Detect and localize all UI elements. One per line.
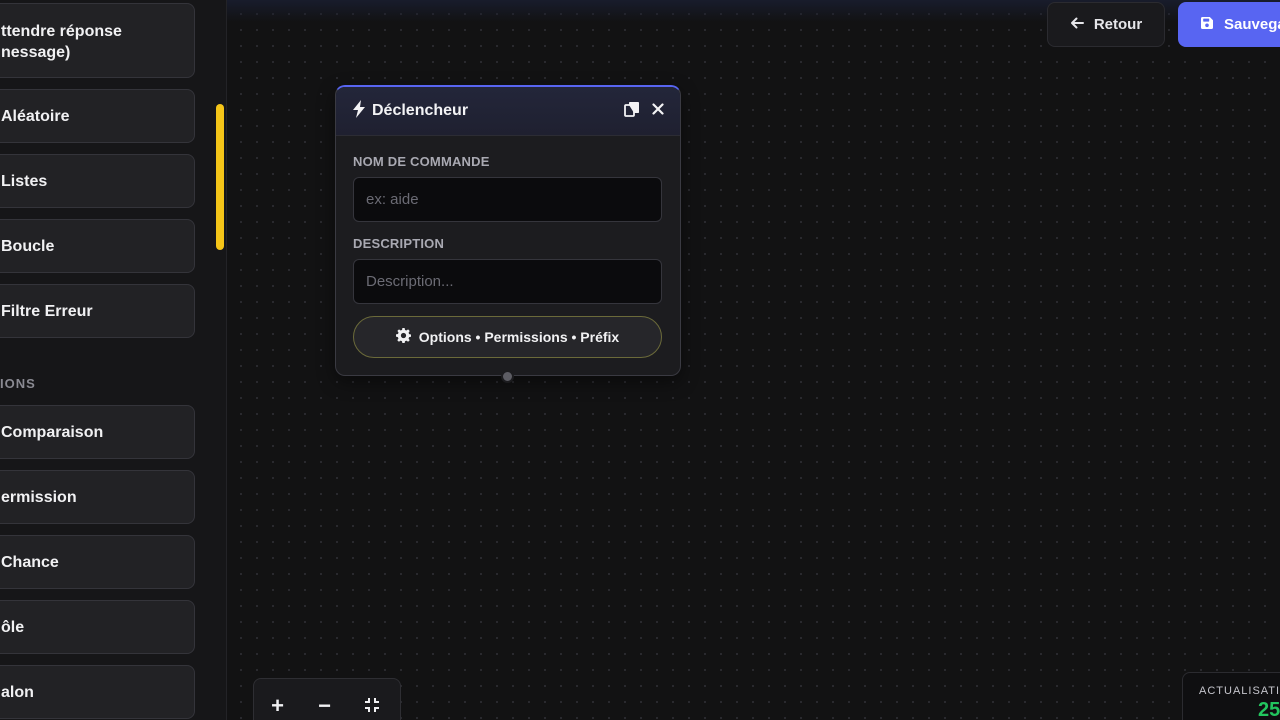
copy-icon[interactable] <box>624 101 640 122</box>
node-output-handle[interactable] <box>501 370 514 383</box>
sidebar-item-label: ermission <box>1 488 77 506</box>
fit-view-icon <box>364 695 380 717</box>
bolt-icon <box>352 99 366 123</box>
node-header[interactable]: Déclencheur <box>336 87 680 136</box>
sidebar-item-label-line1: ttendre réponse <box>1 23 122 40</box>
sidebar-item-label: Chance <box>1 553 59 571</box>
sidebar-item-permission[interactable]: ermission <box>0 470 195 524</box>
minus-icon: − <box>318 693 331 718</box>
plus-icon: + <box>271 693 284 718</box>
sidebar-section-heading: IONS <box>0 376 36 391</box>
sidebar-scrollbar[interactable] <box>216 104 224 250</box>
zoom-controls: + − <box>253 678 401 720</box>
sidebar-item-label: ttendre réponse nessage) <box>1 21 122 63</box>
sidebar-item-label: Boucle <box>1 237 55 255</box>
floppy-disk-icon <box>1200 16 1214 34</box>
status-value: 25 <box>1258 699 1280 720</box>
back-button[interactable]: Retour <box>1047 2 1165 47</box>
command-name-input[interactable] <box>353 177 662 222</box>
save-button-label: Sauvegarder <box>1224 16 1280 33</box>
options-button[interactable]: Options • Permissions • Préfix <box>353 316 662 358</box>
sidebar-item-wait-response[interactable]: ttendre réponse nessage) <box>0 3 195 78</box>
back-button-label: Retour <box>1093 16 1143 33</box>
status-label: ACTUALISATION <box>1199 685 1280 697</box>
save-button[interactable]: Sauvegarder <box>1178 2 1280 47</box>
sidebar-item-label-line2: nessage) <box>1 44 71 61</box>
sidebar-item-error-filter[interactable]: Filtre Erreur <box>0 284 195 338</box>
fit-view-button[interactable] <box>348 695 395 717</box>
node-body: NOM DE COMMANDE DESCRIPTION Options • Pe… <box>336 136 680 358</box>
trigger-node[interactable]: Déclencheur NOM DE COMMANDE DESCRIPTION … <box>335 85 681 376</box>
description-label: DESCRIPTION <box>353 236 445 251</box>
sidebar-item-channel[interactable]: alon <box>0 665 195 719</box>
zoom-in-button[interactable]: + <box>254 695 301 717</box>
sidebar-item-chance[interactable]: Chance <box>0 535 195 589</box>
sidebar-item-label: ôle <box>1 618 25 636</box>
sidebar-item-role[interactable]: ôle <box>0 600 195 654</box>
sidebar-item-label: alon <box>1 683 34 701</box>
sidebar-item-comparison[interactable]: Comparaison <box>0 405 195 459</box>
gear-icon <box>395 328 411 346</box>
options-button-label: Options • Permissions • Préfix <box>418 329 620 345</box>
sidebar-item-label: Aléatoire <box>1 107 70 125</box>
refresh-status-panel: ACTUALISATION 25 <box>1182 672 1280 720</box>
node-title: Déclencheur <box>372 102 469 119</box>
close-icon[interactable] <box>652 102 664 120</box>
sidebar-item-random[interactable]: Aléatoire <box>0 89 195 143</box>
node-actions <box>624 101 664 122</box>
sidebar-item-label: Filtre Erreur <box>1 302 93 320</box>
sidebar-item-loop[interactable]: Boucle <box>0 219 195 273</box>
sidebar-item-lists[interactable]: Listes <box>0 154 195 208</box>
zoom-out-button[interactable]: − <box>301 695 348 717</box>
description-input[interactable] <box>353 259 662 304</box>
sidebar-item-label: Listes <box>1 172 48 190</box>
sidebar-item-label: Comparaison <box>1 423 104 441</box>
arrow-left-icon <box>1070 16 1084 34</box>
command-name-label: NOM DE COMMANDE <box>353 154 490 169</box>
sidebar: ttendre réponse nessage) Aléatoire Liste… <box>0 0 227 720</box>
